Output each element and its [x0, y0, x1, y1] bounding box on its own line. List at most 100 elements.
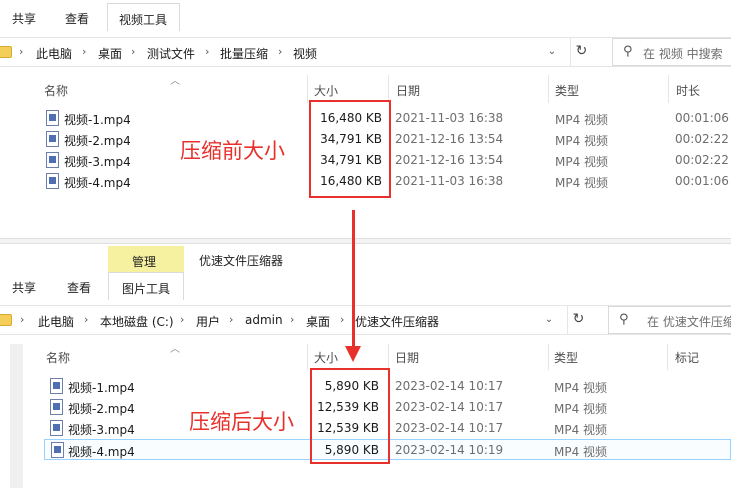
- annotation-after-size: 压缩后大小: [189, 410, 294, 434]
- column-header-size[interactable]: 大小: [314, 349, 338, 366]
- highlight-box-before: [309, 100, 391, 198]
- search-icon: ⚲: [623, 44, 633, 59]
- file-name: 视频-1.mp4: [68, 381, 135, 395]
- search-placeholder: 在 视频 中搜索: [643, 47, 723, 61]
- breadcrumb-item[interactable]: 视频: [293, 45, 317, 62]
- ribbon-bottom: 管理 优速文件压缩器 共享 查看 图片工具: [0, 244, 731, 300]
- column-header-tags[interactable]: 标记: [675, 349, 699, 366]
- file-duration: 00:02:22: [675, 153, 729, 167]
- highlight-box-after: [310, 368, 390, 464]
- breadcrumb-item[interactable]: admin: [245, 313, 283, 327]
- tab-share[interactable]: 共享: [12, 10, 36, 27]
- column-header-date[interactable]: 日期: [396, 82, 420, 99]
- file-duration: 00:02:22: [675, 132, 729, 146]
- file-date: 2023-02-14 10:17: [395, 400, 504, 414]
- arrow-down-icon: [352, 210, 355, 348]
- tab-picture-tools[interactable]: 图片工具: [108, 272, 184, 300]
- breadcrumb-item[interactable]: 桌面: [306, 313, 330, 330]
- file-date: 2021-11-03 16:38: [395, 111, 504, 125]
- column-divider[interactable]: [307, 75, 308, 103]
- refresh-icon[interactable]: ↻: [570, 38, 592, 66]
- tab-share[interactable]: 共享: [12, 279, 36, 296]
- column-header-date[interactable]: 日期: [395, 349, 419, 366]
- file-type: MP4 视频: [555, 113, 609, 127]
- column-divider[interactable]: [548, 344, 549, 370]
- explorer-window-after: 管理 优速文件压缩器 共享 查看 图片工具 › 此电脑 › 本地磁盘 (C:) …: [0, 244, 731, 488]
- chevron-down-icon[interactable]: ⌄: [543, 314, 555, 325]
- breadcrumb-item[interactable]: 桌面: [98, 45, 122, 62]
- breadcrumb-item[interactable]: 优速文件压缩器: [355, 313, 439, 330]
- tab-video-tools[interactable]: 视频工具: [107, 3, 180, 31]
- tab-manage[interactable]: 管理: [108, 246, 184, 272]
- search-input[interactable]: ⚲ 在 视频 中搜索: [612, 38, 731, 66]
- folder-icon: [0, 314, 12, 326]
- column-divider[interactable]: [548, 75, 549, 103]
- video-file-icon: [46, 173, 59, 189]
- file-name: 视频-4.mp4: [64, 176, 131, 190]
- arrow-head-icon: [345, 346, 361, 362]
- breadcrumb-item[interactable]: 测试文件: [147, 45, 195, 62]
- chevron-right-icon[interactable]: ›: [290, 313, 294, 326]
- file-type: MP4 视频: [555, 155, 609, 169]
- window-title: 优速文件压缩器: [199, 254, 284, 268]
- chevron-right-icon[interactable]: ›: [205, 45, 209, 58]
- chevron-right-icon[interactable]: ›: [20, 313, 24, 326]
- chevron-right-icon[interactable]: ›: [229, 313, 233, 326]
- file-type: MP4 视频: [554, 381, 608, 395]
- column-header-name[interactable]: 名称: [44, 82, 68, 99]
- video-file-icon: [46, 131, 59, 147]
- file-type: MP4 视频: [554, 445, 608, 459]
- chevron-right-icon[interactable]: ›: [82, 45, 86, 58]
- column-header-name[interactable]: 名称: [46, 349, 70, 366]
- file-name: 视频-2.mp4: [68, 402, 135, 416]
- file-duration: 00:01:06: [675, 111, 729, 125]
- column-divider[interactable]: [388, 344, 389, 370]
- video-file-icon: [50, 399, 63, 415]
- column-divider[interactable]: [668, 75, 669, 103]
- video-file-icon: [51, 442, 64, 458]
- column-divider[interactable]: [667, 344, 668, 370]
- search-icon: ⚲: [619, 312, 629, 327]
- file-date: 2021-11-03 16:38: [395, 174, 504, 188]
- column-header-size[interactable]: 大小: [314, 82, 338, 99]
- chevron-right-icon[interactable]: ›: [180, 313, 184, 326]
- annotation-before-size: 压缩前大小: [180, 139, 285, 163]
- file-name: 视频-2.mp4: [64, 134, 131, 148]
- breadcrumb-item[interactable]: 用户: [196, 313, 220, 330]
- chevron-right-icon[interactable]: ›: [84, 313, 88, 326]
- breadcrumb-item[interactable]: 此电脑: [36, 45, 72, 62]
- file-name: 视频-3.mp4: [64, 155, 131, 169]
- file-type: MP4 视频: [554, 402, 608, 416]
- file-date: 2023-02-14 10:19: [395, 443, 504, 457]
- video-file-icon: [50, 378, 63, 394]
- column-header-duration[interactable]: 时长: [676, 82, 700, 99]
- scrollbar[interactable]: [10, 344, 23, 488]
- chevron-right-icon[interactable]: ›: [278, 45, 282, 58]
- breadcrumb-item[interactable]: 本地磁盘 (C:): [100, 313, 174, 330]
- sort-ascending-icon: ︿: [170, 76, 180, 87]
- video-file-icon: [46, 110, 59, 126]
- chevron-right-icon[interactable]: ›: [19, 45, 23, 58]
- ribbon-top: 共享 查看 视频工具: [0, 0, 731, 31]
- chevron-right-icon[interactable]: ›: [131, 45, 135, 58]
- chevron-down-icon[interactable]: ⌄: [546, 46, 558, 57]
- file-date: 2023-02-14 10:17: [395, 379, 504, 393]
- breadcrumb-item[interactable]: 此电脑: [38, 313, 74, 330]
- file-type: MP4 视频: [555, 176, 609, 190]
- column-header-type[interactable]: 类型: [554, 349, 578, 366]
- folder-icon: [0, 46, 12, 58]
- search-placeholder: 在 优速文件压缩: [647, 315, 731, 329]
- breadcrumb-item[interactable]: 批量压缩: [220, 45, 268, 62]
- chevron-right-icon[interactable]: ›: [340, 313, 344, 326]
- column-header-type[interactable]: 类型: [555, 82, 579, 99]
- column-divider[interactable]: [388, 75, 389, 103]
- video-file-icon: [46, 152, 59, 168]
- file-duration: 00:01:06: [675, 174, 729, 188]
- file-name: 视频-1.mp4: [64, 113, 131, 127]
- file-date: 2021-12-16 13:54: [395, 132, 504, 146]
- tab-view[interactable]: 查看: [67, 279, 91, 296]
- tab-view[interactable]: 查看: [65, 10, 89, 27]
- refresh-icon[interactable]: ↻: [567, 306, 589, 334]
- column-divider[interactable]: [307, 344, 308, 370]
- search-input[interactable]: ⚲ 在 优速文件压缩: [608, 306, 731, 334]
